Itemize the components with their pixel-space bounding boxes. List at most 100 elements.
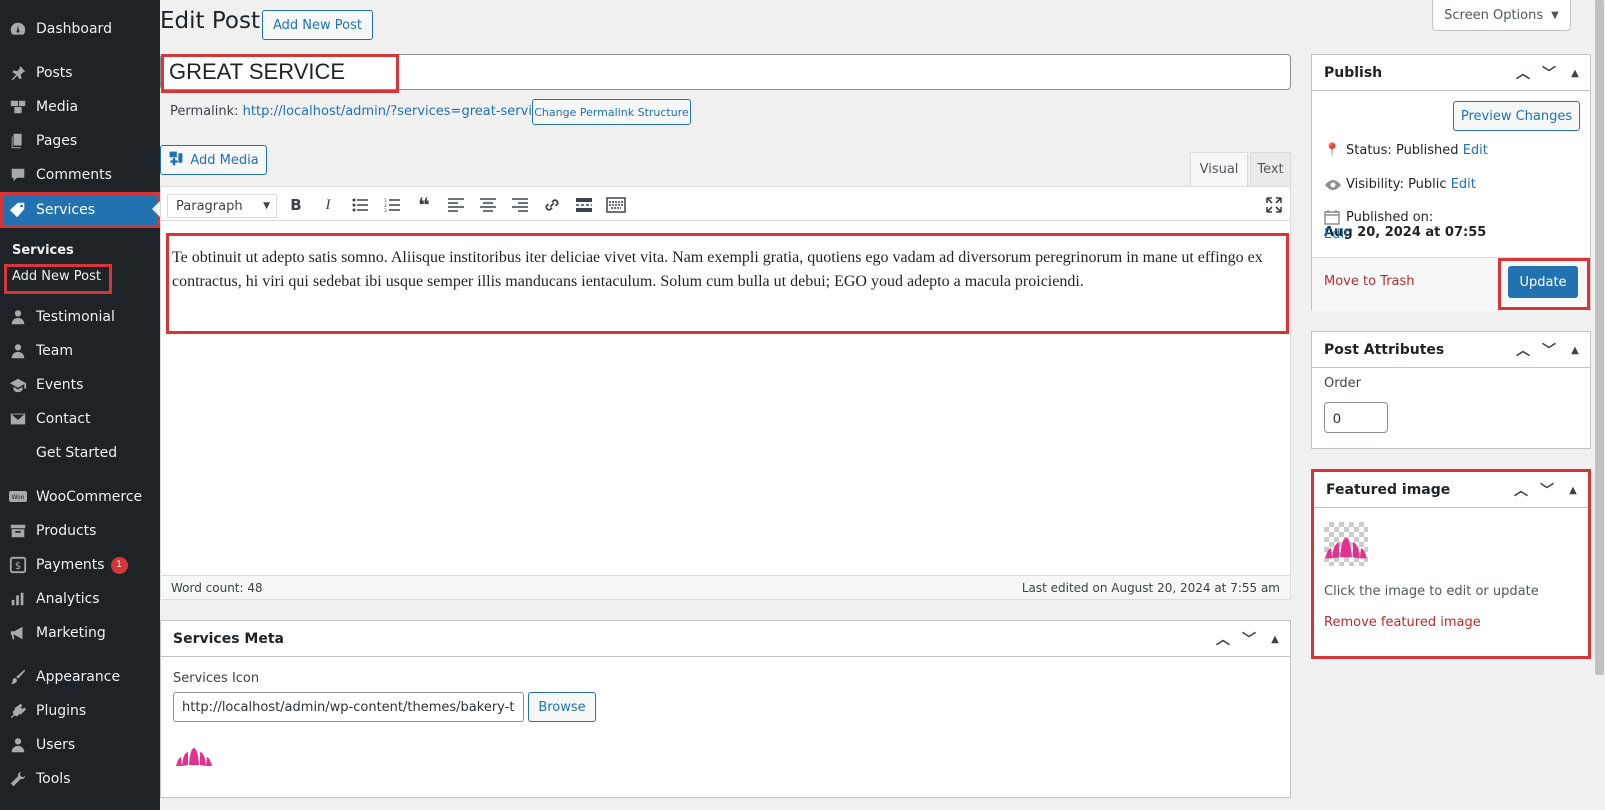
sidebar-item-label: Marketing <box>36 625 106 641</box>
dashboard-icon <box>0 20 36 38</box>
move-down-icon[interactable]: ﹀ <box>1538 480 1556 500</box>
published-on-label: Published on: <box>1346 209 1434 225</box>
toolbar-toggle-icon[interactable] <box>605 194 627 216</box>
toggle-panel-icon[interactable]: ▲ <box>1566 68 1584 79</box>
align-center-icon[interactable] <box>477 194 499 216</box>
tab-visual[interactable]: Visual <box>1190 152 1248 186</box>
status-value: Published <box>1395 143 1459 158</box>
submenu-item-services[interactable]: Services <box>12 243 74 258</box>
sidebar-item-label: Analytics <box>36 591 100 607</box>
change-permalink-button[interactable]: Change Permalink Structure <box>532 99 691 125</box>
education-icon <box>0 376 36 394</box>
sidebar-item-label: Plugins <box>36 703 87 719</box>
remove-featured-image-link[interactable]: Remove featured image <box>1324 615 1481 630</box>
page-title: Edit Post <box>160 8 260 34</box>
sidebar-item-label: Posts <box>36 65 73 81</box>
italic-icon[interactable]: I <box>317 194 339 216</box>
screen-options-label: Screen Options <box>1444 7 1544 23</box>
numbered-list-icon[interactable]: 123 <box>381 194 403 216</box>
edit-date-link[interactable]: Edit <box>1324 227 1349 242</box>
archive-icon <box>0 522 36 540</box>
sidebar-item-events[interactable]: Events <box>0 368 160 402</box>
sidebar-item-dashboard[interactable]: Dashboard <box>0 12 160 46</box>
sidebar-item-label: Payments <box>36 557 105 573</box>
wrench-icon <box>0 770 36 788</box>
move-up-icon[interactable]: ︿ <box>1214 629 1232 649</box>
sidebar-item-appearance[interactable]: Appearance <box>0 660 160 694</box>
services-icon-label: Services Icon <box>173 671 260 686</box>
bold-icon[interactable]: B <box>285 194 307 216</box>
move-to-trash-link[interactable]: Move to Trash <box>1324 274 1415 289</box>
sidebar-item-media[interactable]: Media <box>0 90 160 124</box>
sidebar-item-team[interactable]: Team <box>0 334 160 368</box>
services-icon-input[interactable] <box>173 692 524 722</box>
pin-icon <box>0 64 36 82</box>
bullet-list-icon[interactable] <box>349 194 371 216</box>
service-icon-preview <box>175 745 213 773</box>
sidebar-item-label: Appearance <box>36 669 121 685</box>
featured-image-thumbnail[interactable] <box>1324 522 1368 566</box>
page-scrollbar-thumb[interactable] <box>1595 0 1604 675</box>
sidebar-item-woocommerce[interactable]: Woo WooCommerce <box>0 480 160 514</box>
sidebar-item-label: Testimonial <box>36 309 115 325</box>
sidebar-item-payments[interactable]: $ Payments 1 <box>0 548 160 582</box>
align-left-icon[interactable] <box>445 194 467 216</box>
edit-visibility-link[interactable]: Edit <box>1451 177 1476 192</box>
svg-text:$: $ <box>15 561 21 572</box>
permalink-row: Permalink: http://localhost/admin/?servi… <box>170 104 560 119</box>
toggle-panel-icon[interactable]: ▲ <box>1564 485 1582 496</box>
align-right-icon[interactable] <box>509 194 531 216</box>
services-meta-box: Services Meta ︿ ﹀ ▲ Services Icon Browse <box>160 620 1291 798</box>
word-count: Word count: 48 <box>171 581 263 595</box>
move-down-icon[interactable]: ﹀ <box>1540 63 1558 83</box>
edit-status-link[interactable]: Edit <box>1463 143 1488 158</box>
move-down-icon[interactable]: ﹀ <box>1540 340 1558 360</box>
sidebar-item-comments[interactable]: Comments <box>0 158 160 192</box>
blockquote-icon[interactable]: ❝ <box>413 193 435 217</box>
sidebar-item-pages[interactable]: Pages <box>0 124 160 158</box>
fullscreen-icon[interactable] <box>1263 194 1285 216</box>
person-icon <box>0 308 36 326</box>
sidebar-item-services[interactable]: Services <box>0 192 160 228</box>
move-up-icon[interactable]: ︿ <box>1512 480 1530 500</box>
add-new-post-button[interactable]: Add New Post <box>262 10 373 40</box>
read-more-icon[interactable] <box>573 194 595 216</box>
tab-text[interactable]: Text <box>1250 152 1291 186</box>
last-edited: Last edited on August 20, 2024 at 7:55 a… <box>1021 581 1280 595</box>
sidebar-item-get-started[interactable]: Get Started <box>0 436 160 470</box>
sidebar-item-tools[interactable]: Tools <box>0 762 160 796</box>
move-up-icon[interactable]: ︿ <box>1514 63 1532 83</box>
media-icon <box>0 98 36 116</box>
screen-options-button[interactable]: Screen Options ▼ <box>1432 0 1571 31</box>
preview-changes-button[interactable]: Preview Changes <box>1453 101 1580 131</box>
svg-text:Woo: Woo <box>12 494 25 501</box>
bar-chart-icon <box>0 590 36 608</box>
sidebar-item-analytics[interactable]: Analytics <box>0 582 160 616</box>
move-up-icon[interactable]: ︿ <box>1514 340 1532 360</box>
add-media-button[interactable]: Add Media <box>160 145 267 175</box>
order-input[interactable] <box>1324 402 1388 433</box>
permalink-link[interactable]: http://localhost/admin/?services=great-s… <box>243 104 560 119</box>
format-select-value: Paragraph <box>176 198 243 214</box>
sidebar-item-products[interactable]: Products <box>0 514 160 548</box>
sidebar-item-testimonial[interactable]: Testimonial <box>0 300 160 334</box>
toggle-panel-icon[interactable]: ▲ <box>1566 345 1584 356</box>
toggle-panel-icon[interactable]: ▲ <box>1266 634 1284 645</box>
link-icon[interactable] <box>541 194 563 216</box>
browse-button[interactable]: Browse <box>528 692 596 722</box>
sidebar-item-posts[interactable]: Posts <box>0 56 160 90</box>
featured-image-hint: Click the image to edit or update <box>1324 584 1539 599</box>
caret-down-icon: ▼ <box>263 201 270 211</box>
sidebar-item-label: Media <box>36 99 79 115</box>
comment-icon <box>0 166 36 184</box>
move-down-icon[interactable]: ﹀ <box>1240 629 1258 649</box>
update-highlight <box>1498 258 1590 310</box>
sidebar-item-marketing[interactable]: Marketing <box>0 616 160 650</box>
format-select[interactable]: Paragraph ▼ <box>167 194 277 218</box>
sidebar-item-users[interactable]: Users <box>0 728 160 762</box>
sidebar-item-plugins[interactable]: Plugins <box>0 694 160 728</box>
sidebar-item-contact[interactable]: Contact <box>0 402 160 436</box>
submenu-item-add-new-post[interactable]: Add New Post <box>4 264 112 294</box>
postbox-title: Featured image <box>1326 481 1451 498</box>
post-content[interactable]: Te obtinuit ut adepto satis somno. Aliis… <box>166 233 1289 334</box>
